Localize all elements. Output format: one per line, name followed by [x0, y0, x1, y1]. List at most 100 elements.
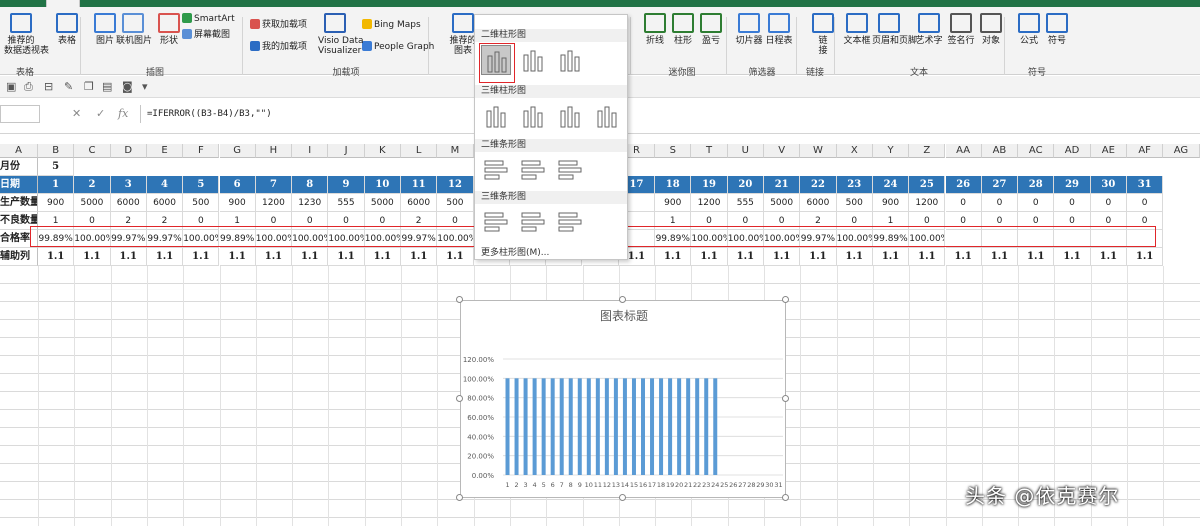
column-header[interactable]: C: [74, 144, 110, 158]
column-header[interactable]: H: [256, 144, 292, 158]
table-cell[interactable]: 6000: [111, 194, 147, 212]
bar-chart-option-icon[interactable]: [481, 207, 511, 237]
table-cell[interactable]: 18: [655, 176, 691, 194]
table-cell[interactable]: 2: [74, 176, 110, 194]
bar-chart-option-icon[interactable]: [555, 207, 585, 237]
name-box[interactable]: [0, 105, 40, 123]
table-cell[interactable]: 0: [982, 194, 1018, 212]
column-chart-option-icon[interactable]: [481, 101, 511, 131]
column-header[interactable]: U: [728, 144, 764, 158]
table-cell[interactable]: 1.1: [111, 248, 147, 266]
resize-handle[interactable]: [456, 296, 463, 303]
table-cell[interactable]: 1200: [256, 194, 292, 212]
table-cell[interactable]: 31: [1127, 176, 1163, 194]
chart-object[interactable]: 图表标题0.00%20.00%40.00%60.00%80.00%100.00%…: [460, 300, 786, 498]
table-cell[interactable]: 1200: [691, 194, 727, 212]
column-chart-option-icon[interactable]: [518, 101, 548, 131]
bar-chart-option-icon[interactable]: [555, 155, 585, 185]
column-header[interactable]: B: [38, 144, 74, 158]
table-cell[interactable]: 5000: [764, 194, 800, 212]
column-header[interactable]: AG: [1163, 144, 1199, 158]
customize-icon[interactable]: ▾: [142, 80, 148, 93]
table-cell[interactable]: 11: [401, 176, 437, 194]
column-header[interactable]: F: [183, 144, 219, 158]
column-header[interactable]: K: [365, 144, 401, 158]
table-cell[interactable]: 28: [1018, 176, 1054, 194]
table-cell[interactable]: 1.1: [655, 248, 691, 266]
column-header[interactable]: AA: [946, 144, 982, 158]
resize-handle[interactable]: [782, 296, 789, 303]
column-chart-option-icon[interactable]: [518, 45, 548, 75]
table-cell[interactable]: 1.1: [1054, 248, 1090, 266]
signature-button[interactable]: 签名行: [944, 13, 978, 46]
table-cell[interactable]: 1.1: [946, 248, 982, 266]
column-header[interactable]: S: [655, 144, 691, 158]
table-cell[interactable]: 29: [1054, 176, 1090, 194]
column-header[interactable]: I: [292, 144, 328, 158]
table-cell[interactable]: 900: [220, 194, 256, 212]
table-cell[interactable]: 1.1: [873, 248, 909, 266]
table-cell[interactable]: 900: [655, 194, 691, 212]
table-cell[interactable]: 1.1: [837, 248, 873, 266]
table-cell[interactable]: 6: [220, 176, 256, 194]
resize-handle[interactable]: [456, 494, 463, 501]
copy-icon[interactable]: ❐: [84, 80, 94, 93]
column-header[interactable]: A: [0, 144, 38, 158]
table-cell[interactable]: 8: [292, 176, 328, 194]
table-cell[interactable]: 5: [38, 158, 74, 176]
smartart-button[interactable]: SmartArt: [182, 13, 235, 25]
table-cell[interactable]: 7: [256, 176, 292, 194]
row-label[interactable]: 月份: [0, 158, 38, 176]
screenshot-button[interactable]: 屏幕截图: [182, 29, 230, 41]
formula-input[interactable]: =IFERROR((B3-B4)/B3,""): [140, 105, 1200, 123]
table-cell[interactable]: 0: [1054, 194, 1090, 212]
column-header[interactable]: AC: [1018, 144, 1054, 158]
table-cell[interactable]: 6000: [800, 194, 836, 212]
format-painter-icon[interactable]: ✎: [64, 80, 73, 93]
object-button[interactable]: 对象: [974, 13, 1008, 46]
column-header[interactable]: T: [691, 144, 727, 158]
table-cell[interactable]: 20: [728, 176, 764, 194]
people-graph-button[interactable]: People Graph: [362, 41, 434, 53]
header-footer-button[interactable]: 页眉和页脚: [872, 13, 906, 46]
column-header[interactable]: D: [111, 144, 147, 158]
column-header[interactable]: G: [220, 144, 256, 158]
table-cell[interactable]: 10: [365, 176, 401, 194]
column-header[interactable]: Y: [873, 144, 909, 158]
column-header[interactable]: E: [147, 144, 183, 158]
table-cell[interactable]: 0: [946, 194, 982, 212]
column-chart-option-icon[interactable]: [555, 45, 585, 75]
table-cell[interactable]: 500: [183, 194, 219, 212]
resize-handle[interactable]: [619, 296, 626, 303]
column-header[interactable]: AD: [1054, 144, 1090, 158]
bing-maps-button[interactable]: Bing Maps: [362, 19, 421, 31]
table-cell[interactable]: 25: [909, 176, 945, 194]
slicer-button[interactable]: 切片器: [732, 13, 766, 46]
camera-icon[interactable]: ◙: [122, 80, 133, 93]
bar-chart-option-icon[interactable]: [518, 155, 548, 185]
table-cell[interactable]: 1.1: [183, 248, 219, 266]
table-cell[interactable]: 1.1: [764, 248, 800, 266]
paste-icon[interactable]: ▤: [102, 80, 112, 93]
table-cell[interactable]: 1.1: [437, 248, 473, 266]
table-cell[interactable]: 23: [837, 176, 873, 194]
table-cell[interactable]: 1: [38, 176, 74, 194]
column-header[interactable]: AF: [1127, 144, 1163, 158]
table-cell[interactable]: 5000: [74, 194, 110, 212]
column-chart-option-icon[interactable]: [555, 101, 585, 131]
table-cell[interactable]: 1.1: [220, 248, 256, 266]
table-cell[interactable]: 3: [111, 176, 147, 194]
shapes-button[interactable]: 形状: [152, 13, 186, 46]
table-cell[interactable]: 1.1: [256, 248, 292, 266]
table-cell[interactable]: 6000: [147, 194, 183, 212]
wordart-button[interactable]: 艺术字: [912, 13, 946, 46]
table-cell[interactable]: 30: [1091, 176, 1127, 194]
resize-handle[interactable]: [456, 395, 463, 402]
table-cell[interactable]: 1.1: [365, 248, 401, 266]
column-header[interactable]: L: [401, 144, 437, 158]
table-cell[interactable]: 21: [764, 176, 800, 194]
table-cell[interactable]: 500: [437, 194, 473, 212]
column-header[interactable]: X: [837, 144, 873, 158]
table-cell[interactable]: 1.1: [74, 248, 110, 266]
column-header[interactable]: AB: [982, 144, 1018, 158]
